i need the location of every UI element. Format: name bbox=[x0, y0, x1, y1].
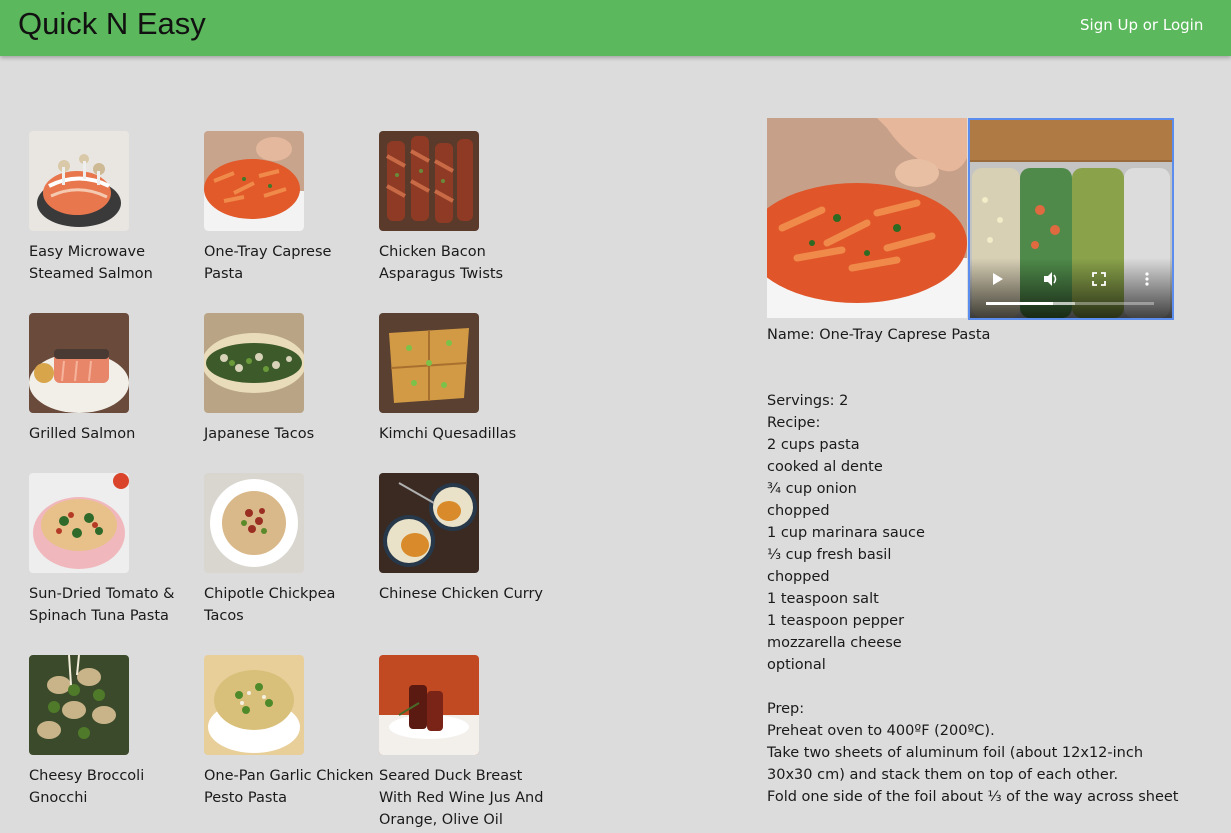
recipe-thumbnail[interactable] bbox=[29, 131, 129, 231]
recipe-card[interactable]: Chipotle Chickpea Tacos bbox=[204, 473, 374, 627]
recipe-title[interactable]: Kimchi Quesadillas bbox=[379, 423, 549, 445]
prep-label: Prep: bbox=[767, 701, 805, 717]
recipe-card[interactable]: Cheesy Broccoli Gnocchi bbox=[29, 655, 199, 809]
sign-up-login-link[interactable]: Sign Up or Login bbox=[1080, 16, 1203, 34]
video-played-bar bbox=[986, 302, 1054, 305]
recipe-title[interactable]: Japanese Tacos bbox=[204, 423, 374, 445]
recipe-thumbnail[interactable] bbox=[204, 655, 304, 755]
ingredient-line: optional bbox=[767, 657, 826, 673]
ingredient-line: ⅓ cup fresh basil bbox=[767, 547, 892, 563]
recipe-card[interactable]: Kimchi Quesadillas bbox=[379, 313, 549, 445]
recipe-video[interactable] bbox=[968, 118, 1174, 320]
recipe-card[interactable]: One-Tray Caprese Pasta bbox=[204, 131, 374, 285]
ingredient-line: ¾ cup onion bbox=[767, 481, 857, 497]
recipe-label: Recipe: bbox=[767, 415, 821, 431]
recipe-title[interactable]: Cheesy Broccoli Gnocchi bbox=[29, 765, 199, 809]
recipe-name: Name: One-Tray Caprese Pasta bbox=[767, 327, 991, 343]
recipe-thumbnail[interactable] bbox=[204, 473, 304, 573]
video-progress-bar[interactable] bbox=[986, 302, 1154, 305]
navbar: Quick N Easy Sign Up or Login bbox=[0, 0, 1231, 56]
recipe-thumbnail[interactable] bbox=[379, 131, 479, 231]
recipe-thumbnail[interactable] bbox=[379, 313, 479, 413]
ingredient-line: mozzarella cheese bbox=[767, 635, 902, 651]
recipe-title[interactable]: Chicken Bacon Asparagus Twists bbox=[379, 241, 549, 285]
recipe-thumbnail[interactable] bbox=[204, 313, 304, 413]
ingredient-line: chopped bbox=[767, 503, 830, 519]
prep-step: Fold one side of the foil about ⅓ of the… bbox=[767, 789, 1179, 805]
recipe-thumbnail[interactable] bbox=[204, 131, 304, 231]
recipe-card[interactable]: Seared Duck Breast With Red Wine Jus And… bbox=[379, 655, 549, 831]
ingredient-list: 2 cups pasta cooked al dente ¾ cup onion… bbox=[767, 434, 1187, 676]
recipe-media bbox=[767, 118, 1175, 320]
ingredient-line: cooked al dente bbox=[767, 459, 883, 475]
recipe-card[interactable]: Chicken Bacon Asparagus Twists bbox=[379, 131, 549, 285]
recipe-title[interactable]: Seared Duck Breast With Red Wine Jus And… bbox=[379, 765, 549, 831]
recipe-thumbnail[interactable] bbox=[379, 473, 479, 573]
prep-step: 30x30 cm) and stack them on top of each … bbox=[767, 767, 1119, 783]
fullscreen-icon[interactable] bbox=[1090, 270, 1108, 288]
recipe-detail-panel: Name: One-Tray Caprese Pasta Servings: 2… bbox=[767, 118, 1187, 808]
recipe-card[interactable]: Japanese Tacos bbox=[204, 313, 374, 445]
ingredient-line: 1 teaspoon pepper bbox=[767, 613, 905, 629]
recipe-thumbnail[interactable] bbox=[29, 655, 129, 755]
recipe-title[interactable]: Sun-Dried Tomato & Spinach Tuna Pasta bbox=[29, 583, 199, 627]
recipe-title[interactable]: Grilled Salmon bbox=[29, 423, 199, 445]
brand-logo[interactable]: Quick N Easy bbox=[18, 6, 206, 42]
recipe-title[interactable]: Chinese Chicken Curry bbox=[379, 583, 549, 605]
recipe-card[interactable]: One-Pan Garlic Chicken Pesto Pasta bbox=[204, 655, 374, 809]
volume-icon[interactable] bbox=[1042, 270, 1060, 288]
prep-step: Preheat oven to 400ºF (200ºC). bbox=[767, 723, 995, 739]
ingredient-line: chopped bbox=[767, 569, 830, 585]
recipe-title[interactable]: One-Tray Caprese Pasta bbox=[204, 241, 374, 285]
more-options-icon[interactable] bbox=[1138, 270, 1156, 288]
recipe-thumbnail[interactable] bbox=[29, 313, 129, 413]
recipe-title[interactable]: One-Pan Garlic Chicken Pesto Pasta bbox=[204, 765, 374, 809]
play-icon[interactable] bbox=[988, 270, 1006, 288]
recipe-main-image bbox=[767, 118, 967, 318]
recipe-card[interactable]: Chinese Chicken Curry bbox=[379, 473, 549, 605]
prep-step: Take two sheets of aluminum foil (about … bbox=[767, 745, 1144, 761]
video-controls bbox=[970, 258, 1172, 318]
recipe-card[interactable]: Sun-Dried Tomato & Spinach Tuna Pasta bbox=[29, 473, 199, 627]
recipe-card[interactable]: Grilled Salmon bbox=[29, 313, 199, 445]
recipe-thumbnail[interactable] bbox=[29, 473, 129, 573]
recipe-card[interactable]: Easy Microwave Steamed Salmon bbox=[29, 131, 199, 285]
recipe-thumbnail[interactable] bbox=[379, 655, 479, 755]
ingredient-line: 1 cup marinara sauce bbox=[767, 525, 925, 541]
ingredient-line: 1 teaspoon salt bbox=[767, 591, 879, 607]
servings: Servings: 2 bbox=[767, 393, 849, 409]
recipe-title[interactable]: Easy Microwave Steamed Salmon bbox=[29, 241, 199, 285]
recipe-info: Name: One-Tray Caprese Pasta Servings: 2… bbox=[767, 324, 1187, 808]
recipe-title[interactable]: Chipotle Chickpea Tacos bbox=[204, 583, 374, 627]
ingredient-line: 2 cups pasta bbox=[767, 437, 860, 453]
